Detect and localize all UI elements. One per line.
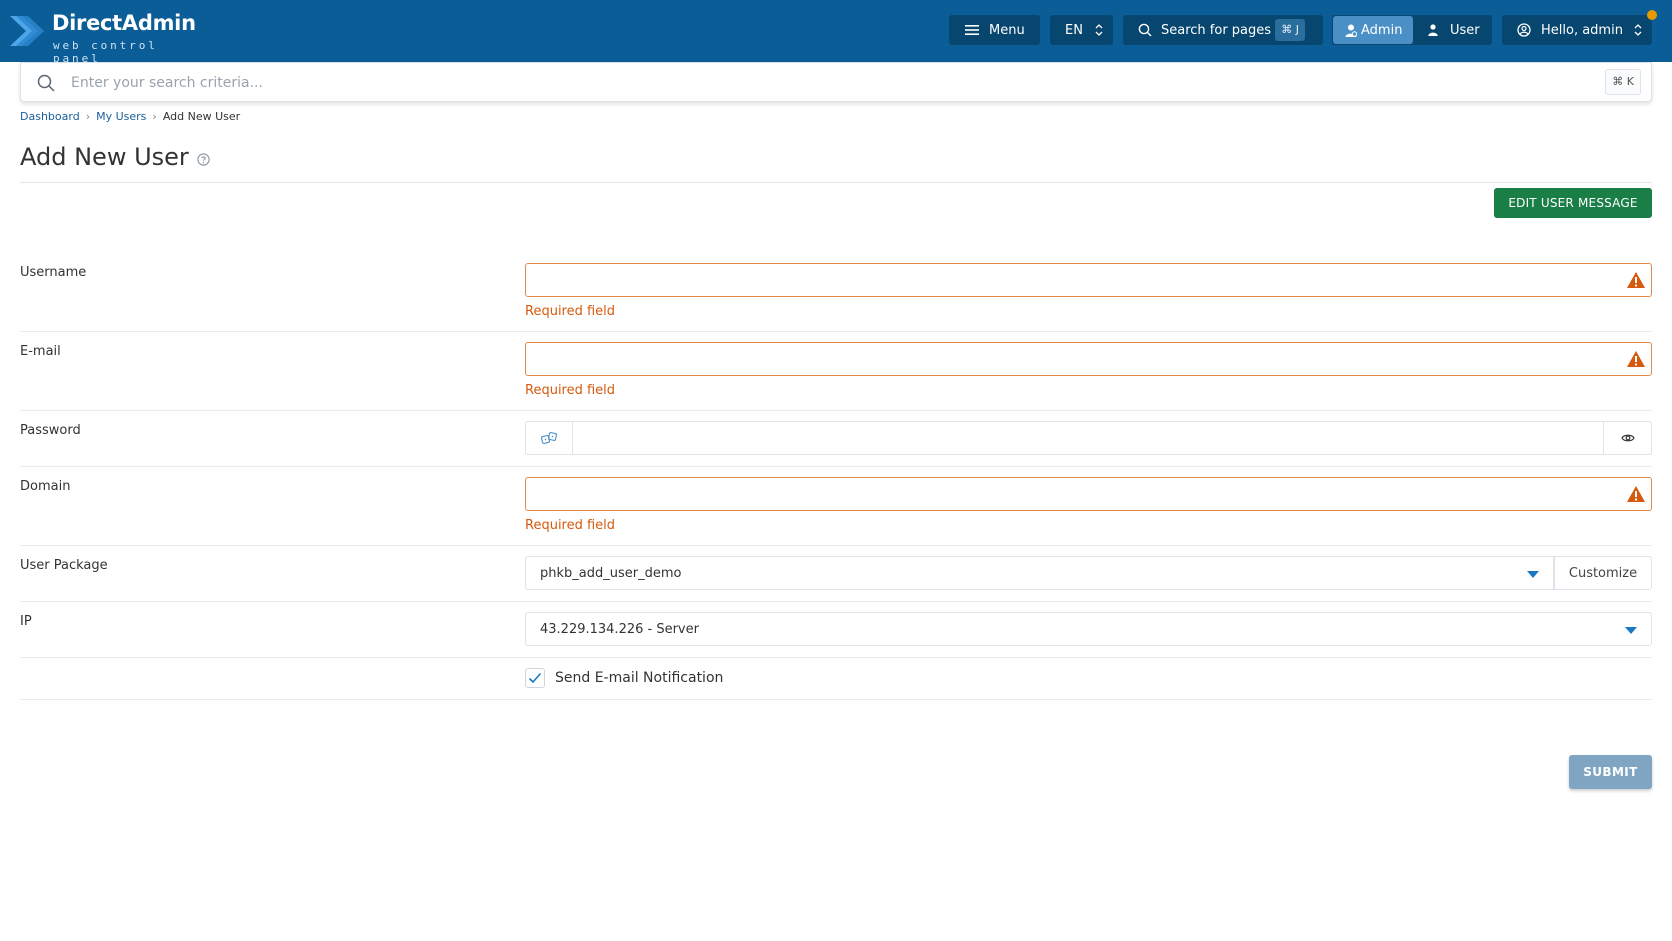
submit-button[interactable]: SUBMIT xyxy=(1569,755,1652,789)
role-user-button[interactable]: User xyxy=(1420,16,1490,44)
row-divider xyxy=(20,331,1652,332)
search-icon xyxy=(1138,23,1152,37)
caret-down-icon xyxy=(1527,571,1539,578)
breadcrumb-separator-icon: › xyxy=(85,110,91,123)
account-menu-button[interactable]: Hello, admin xyxy=(1502,15,1652,45)
warning-icon xyxy=(1627,351,1645,367)
password-field xyxy=(573,421,1604,455)
breadcrumb-separator-icon: › xyxy=(152,110,157,123)
row-divider xyxy=(20,657,1652,658)
warning-icon xyxy=(1627,272,1645,288)
ip-select[interactable]: 43.229.134.226 - Server xyxy=(525,612,1652,646)
checkmark-icon xyxy=(528,672,542,684)
email-input[interactable] xyxy=(526,343,1651,375)
role-switcher: Admin User xyxy=(1332,15,1492,45)
eye-icon xyxy=(1620,434,1635,442)
customize-package-button[interactable]: Customize xyxy=(1554,556,1652,590)
dice-icon xyxy=(541,432,557,444)
chevron-up-down-icon xyxy=(1095,24,1103,36)
email-label: E-mail xyxy=(20,344,61,359)
page-title: Add New User xyxy=(20,143,210,171)
password-input[interactable] xyxy=(573,422,1603,454)
search-icon xyxy=(37,74,55,92)
greeting-label: Hello, admin xyxy=(1541,22,1623,38)
help-icon[interactable] xyxy=(197,152,210,166)
username-field xyxy=(525,263,1652,297)
title-divider xyxy=(20,182,1652,183)
domain-label: Domain xyxy=(20,479,71,494)
generate-password-button[interactable] xyxy=(525,421,573,455)
chevron-up-down-icon xyxy=(1634,24,1642,36)
search-pages-shortcut: ⌘ J xyxy=(1275,19,1305,41)
page-title-text: Add New User xyxy=(20,143,189,171)
hamburger-icon xyxy=(965,25,979,35)
user-package-label: User Package xyxy=(20,558,108,573)
row-divider xyxy=(20,601,1652,602)
domain-error: Required field xyxy=(525,518,616,533)
admin-user-icon xyxy=(1345,24,1357,37)
breadcrumb: Dashboard › My Users › Add New User xyxy=(20,110,240,123)
row-divider xyxy=(20,410,1652,411)
breadcrumb-my-users[interactable]: My Users xyxy=(96,110,146,123)
send-email-notification-checkbox[interactable] xyxy=(525,668,545,688)
domain-field xyxy=(525,477,1652,511)
top-navigation-bar: DirectAdmin web control panel Menu EN Se… xyxy=(0,0,1672,65)
email-error: Required field xyxy=(525,383,616,398)
row-divider xyxy=(20,545,1652,546)
account-circle-icon xyxy=(1517,23,1531,37)
send-email-notification: Send E-mail Notification xyxy=(525,668,723,688)
menu-button[interactable]: Menu xyxy=(949,15,1040,45)
username-label: Username xyxy=(20,265,87,280)
role-admin-button[interactable]: Admin xyxy=(1333,16,1413,44)
ip-value: 43.229.134.226 - Server xyxy=(540,621,699,637)
global-search-bar: ⌘ K xyxy=(20,62,1652,102)
toggle-password-visibility-button[interactable] xyxy=(1603,421,1652,455)
language-selector[interactable]: EN xyxy=(1050,15,1113,45)
row-divider xyxy=(20,699,1652,700)
email-field xyxy=(525,342,1652,376)
user-package-value: phkb_add_user_demo xyxy=(540,565,682,581)
breadcrumb-current: Add New User xyxy=(162,110,241,123)
caret-down-icon xyxy=(1625,627,1637,634)
user-icon xyxy=(1428,24,1438,36)
notification-dot[interactable] xyxy=(1647,10,1657,20)
row-divider xyxy=(20,466,1652,467)
username-input[interactable] xyxy=(526,264,1651,296)
search-shortcut: ⌘ K xyxy=(1605,69,1641,95)
menu-label: Menu xyxy=(989,22,1025,38)
language-label: EN xyxy=(1065,22,1083,38)
password-label: Password xyxy=(20,423,81,438)
send-email-notification-label: Send E-mail Notification xyxy=(555,670,724,686)
ip-label: IP xyxy=(20,614,32,629)
role-admin-label: Admin xyxy=(1361,22,1403,38)
directadmin-logo[interactable]: DirectAdmin web control panel xyxy=(8,8,208,65)
user-package-select[interactable]: phkb_add_user_demo xyxy=(525,556,1554,590)
warning-icon xyxy=(1627,486,1645,502)
username-error: Required field xyxy=(525,304,616,319)
search-pages-button[interactable]: Search for pages ⌘ J xyxy=(1123,15,1323,45)
edit-user-message-button[interactable]: EDIT USER MESSAGE xyxy=(1494,188,1652,218)
logo-title: DirectAdmin xyxy=(52,11,196,35)
breadcrumb-dashboard[interactable]: Dashboard xyxy=(20,110,80,123)
search-pages-label: Search for pages xyxy=(1161,22,1272,38)
directadmin-logo-icon xyxy=(10,16,44,46)
role-user-label: User xyxy=(1450,22,1480,38)
global-search-input[interactable] xyxy=(71,69,1571,97)
domain-input[interactable] xyxy=(526,478,1651,510)
